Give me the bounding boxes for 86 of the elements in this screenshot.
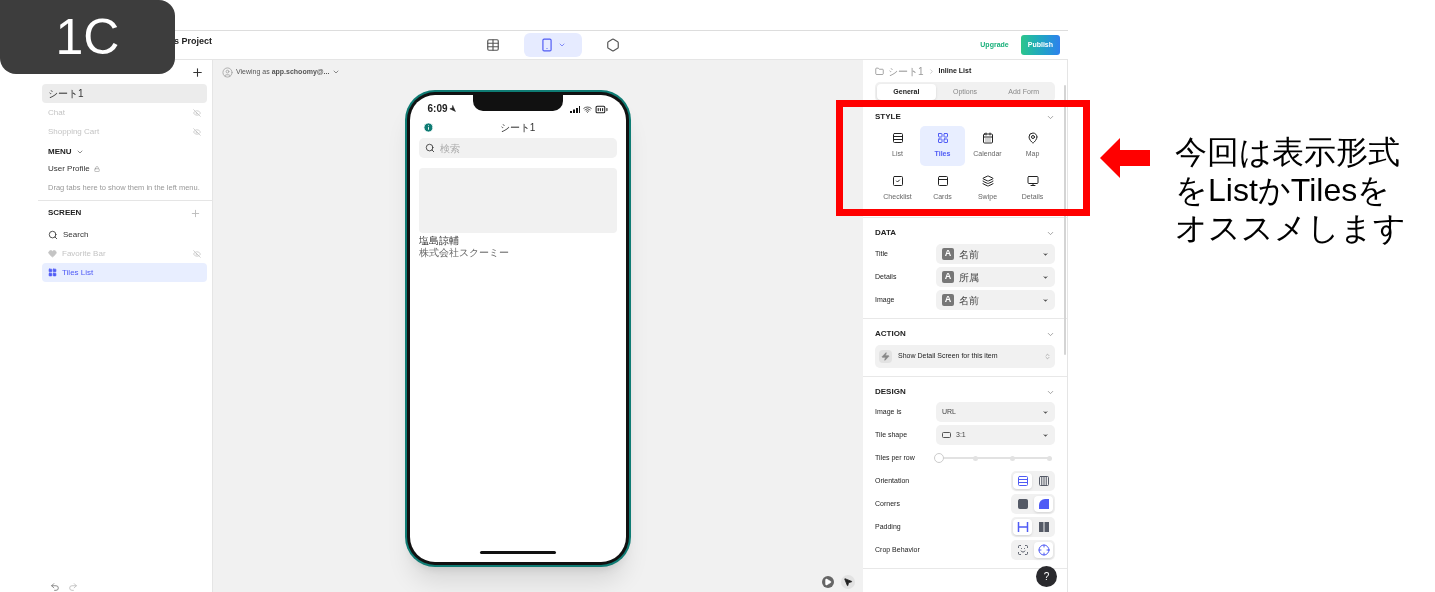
battery-icon — [594, 103, 608, 116]
help-button[interactable]: ? — [1036, 566, 1057, 587]
chevron-down-icon[interactable] — [75, 148, 84, 156]
grid-icon — [936, 132, 949, 145]
table-icon — [486, 38, 500, 52]
undo-icon[interactable] — [50, 582, 60, 592]
lightning-icon — [879, 350, 892, 363]
crosshair-icon — [1037, 544, 1050, 556]
screen-label: Tiles List — [62, 266, 94, 279]
add-icon[interactable] — [191, 65, 204, 79]
grid-icon — [48, 268, 57, 278]
screen-item[interactable]: Search — [42, 225, 207, 245]
chevron-down-icon[interactable] — [332, 68, 341, 76]
screen-item[interactable]: Tiles List — [42, 263, 207, 283]
signal-icon — [569, 106, 580, 113]
type-badge: A — [942, 294, 954, 306]
rows-icon — [891, 132, 904, 145]
section-title: MENU — [48, 146, 72, 158]
screen-label: Search — [63, 228, 89, 241]
pointer-icon[interactable] — [841, 575, 855, 589]
annotation-text: オススメします — [1175, 209, 1406, 247]
chevron-down-icon — [1042, 296, 1049, 304]
pin-icon — [1026, 132, 1039, 145]
type-badge: A — [942, 248, 954, 260]
menu-item[interactable]: User Profile — [48, 163, 90, 175]
chevron-down-icon — [1042, 408, 1049, 416]
checkbox-icon — [891, 175, 904, 188]
square-icon — [1016, 498, 1029, 510]
column-dropdown[interactable]: A 所属 — [936, 267, 1055, 287]
eye-off-icon[interactable] — [193, 108, 201, 117]
stack-icon — [981, 175, 994, 188]
step-badge: 1C — [0, 0, 175, 74]
section-title: ACTION — [875, 328, 906, 340]
arrow-icon — [1100, 138, 1150, 178]
rounded-corner-icon — [1037, 498, 1050, 510]
screen-title: シート1 — [499, 121, 536, 135]
tile-details: 株式会社スクーミー — [418, 247, 510, 259]
wifi-icon — [582, 105, 592, 114]
tab-item[interactable]: シート1 — [42, 84, 207, 103]
tile-title: 塩島諒輔 — [418, 235, 460, 247]
project-title: s Project — [173, 35, 212, 48]
folder-icon — [875, 66, 884, 76]
monitor-icon — [1026, 175, 1039, 188]
columns-icon — [1037, 475, 1050, 487]
split-icon — [1037, 521, 1050, 533]
view-tab[interactable] — [524, 33, 582, 57]
chevron-down-icon — [1042, 250, 1049, 258]
avatar-icon — [222, 66, 233, 78]
type-badge: A — [942, 271, 954, 283]
section-title: STYLE — [875, 111, 901, 123]
segment-button[interactable] — [1034, 542, 1053, 558]
chevron-down-icon — [558, 41, 566, 49]
annotation-text: をListかTilesを — [1175, 171, 1392, 209]
search-icon — [424, 143, 435, 153]
location-arrow-icon — [448, 105, 456, 112]
eye-off-icon[interactable] — [193, 127, 201, 136]
face-scan-icon — [1016, 544, 1029, 556]
updown-icon — [1044, 353, 1051, 360]
info-icon[interactable] — [422, 122, 434, 133]
segment-button[interactable] — [1013, 519, 1032, 535]
section-title: DESIGN — [875, 386, 906, 398]
settings-icon — [606, 38, 620, 52]
card-icon — [936, 175, 949, 188]
chevron-down-icon — [1042, 273, 1049, 281]
tile-card[interactable]: 塩島諒輔 株式会社スクーミー — [418, 168, 617, 259]
chevron-down-icon — [1042, 431, 1049, 439]
rectangle-icon — [942, 432, 951, 438]
annotation-text: 今回は表示形式 — [1175, 133, 1401, 171]
tab-label: シート1 — [48, 87, 84, 101]
padding-icon — [1016, 521, 1029, 533]
calendar-icon — [981, 132, 994, 145]
phone-icon — [540, 38, 554, 52]
section-title: SCREEN — [48, 207, 82, 220]
heart-icon — [48, 249, 57, 259]
rows-icon — [1016, 475, 1029, 487]
chevron-right-icon — [927, 67, 935, 75]
eye-off-icon[interactable] — [193, 249, 201, 258]
search-icon — [48, 229, 58, 240]
section-title: DATA — [875, 227, 897, 239]
column-dropdown[interactable]: A 名前 — [936, 290, 1055, 310]
segment-button[interactable] — [1013, 473, 1032, 489]
play-icon[interactable] — [822, 576, 834, 588]
column-dropdown[interactable]: A 名前 — [936, 244, 1055, 264]
status-time: 6:09 — [427, 102, 448, 116]
segment-button[interactable] — [1034, 496, 1053, 512]
slider-thumb[interactable] — [934, 453, 944, 463]
